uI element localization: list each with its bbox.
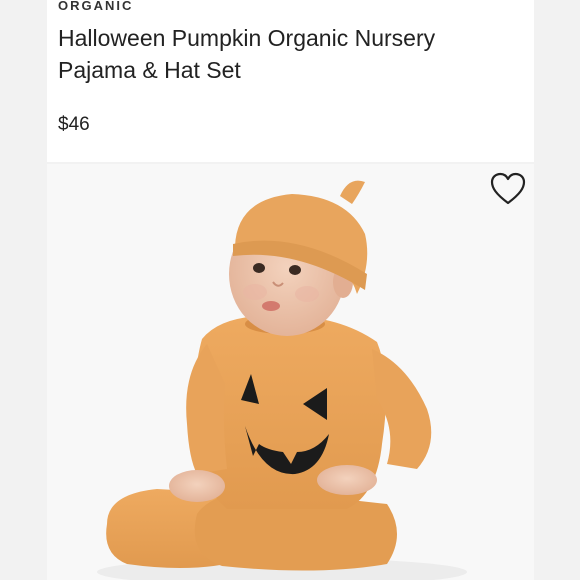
favorite-heart-icon[interactable]: [490, 172, 526, 206]
baby-pumpkin-illustration: [97, 180, 467, 580]
product-info: ORGANIC Halloween Pumpkin Organic Nurser…: [47, 0, 534, 162]
product-title: Halloween Pumpkin Organic Nursery Pajama…: [58, 25, 436, 83]
product-image[interactable]: [47, 164, 534, 580]
product-price: $46: [58, 114, 90, 135]
brand-label: ORGANIC: [58, 0, 134, 13]
